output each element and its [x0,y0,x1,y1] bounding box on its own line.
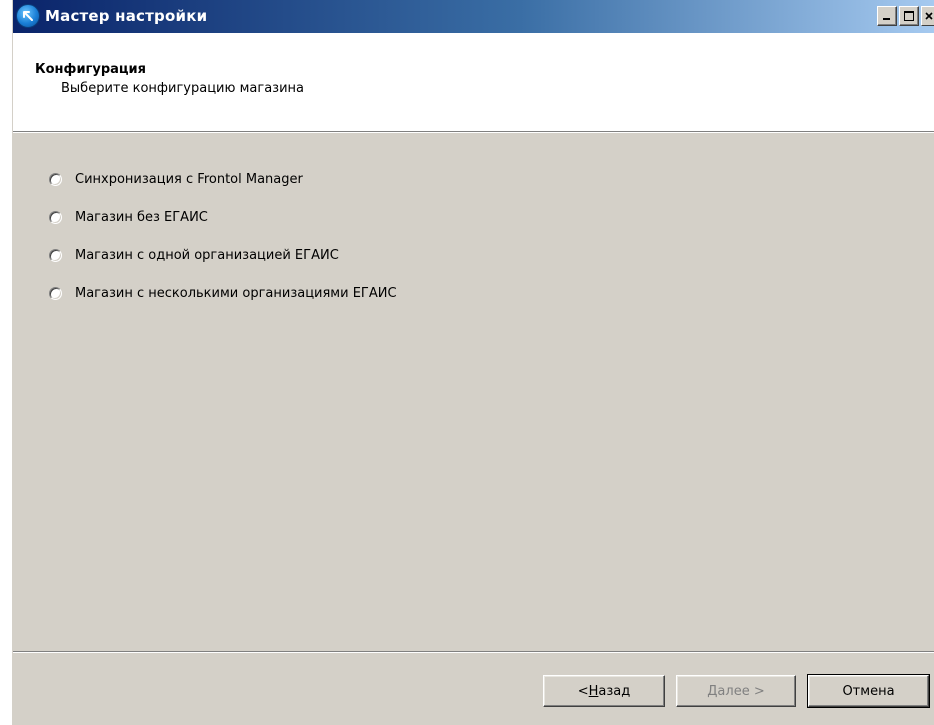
minimize-icon [883,18,890,20]
page-subtitle: Выберите конфигурацию магазина [61,81,304,96]
maximize-button[interactable] [899,6,919,26]
option-sync-frontol-manager[interactable]: Синхронизация с Frontol Manager [49,160,397,198]
configuration-options: Синхронизация с Frontol Manager Магазин … [49,160,397,312]
page-title: Конфигурация [35,62,146,77]
radio-button[interactable] [49,172,62,186]
back-button[interactable]: < Назад [543,675,665,707]
back-label-rest: азад [598,683,631,699]
next-label-accel: Д [707,683,718,699]
close-icon [924,12,933,20]
option-label[interactable]: Синхронизация с Frontol Manager [75,172,303,187]
close-button[interactable] [921,6,934,26]
radio-button[interactable] [49,248,62,262]
footer-divider [13,651,934,653]
radio-button[interactable] [49,210,62,224]
app-wizard-icon[interactable] [16,4,40,28]
option-store-multiple-egais-orgs[interactable]: Магазин с несколькими организациями ЕГАИ… [49,274,397,312]
window-title: Мастер настройки [45,7,208,25]
cancel-button[interactable]: Отмена [807,674,930,708]
option-label[interactable]: Магазин с одной организацией ЕГАИС [75,248,339,263]
next-label-rest: алее > [717,683,765,699]
window-controls [877,6,934,26]
setup-wizard-window: Мастер настройки Конфигурация Выберите к… [12,0,934,725]
cancel-label: Отмена [842,683,895,699]
option-store-single-egais-org[interactable]: Магазин с одной организацией ЕГАИС [49,236,397,274]
header-divider [13,131,934,133]
next-button[interactable]: Далее > [676,675,796,707]
back-label-accel: Н [588,683,599,699]
radio-button[interactable] [49,286,62,300]
title-bar[interactable]: Мастер настройки [13,0,934,33]
minimize-button[interactable] [877,6,897,26]
option-store-without-egais[interactable]: Магазин без ЕГАИС [49,198,397,236]
wizard-header: Конфигурация Выберите конфигурацию магаз… [13,33,934,131]
back-label-prefix: < [577,683,589,699]
option-label[interactable]: Магазин с несколькими организациями ЕГАИ… [75,286,397,301]
option-label[interactable]: Магазин без ЕГАИС [75,210,208,225]
maximize-icon [904,11,914,21]
